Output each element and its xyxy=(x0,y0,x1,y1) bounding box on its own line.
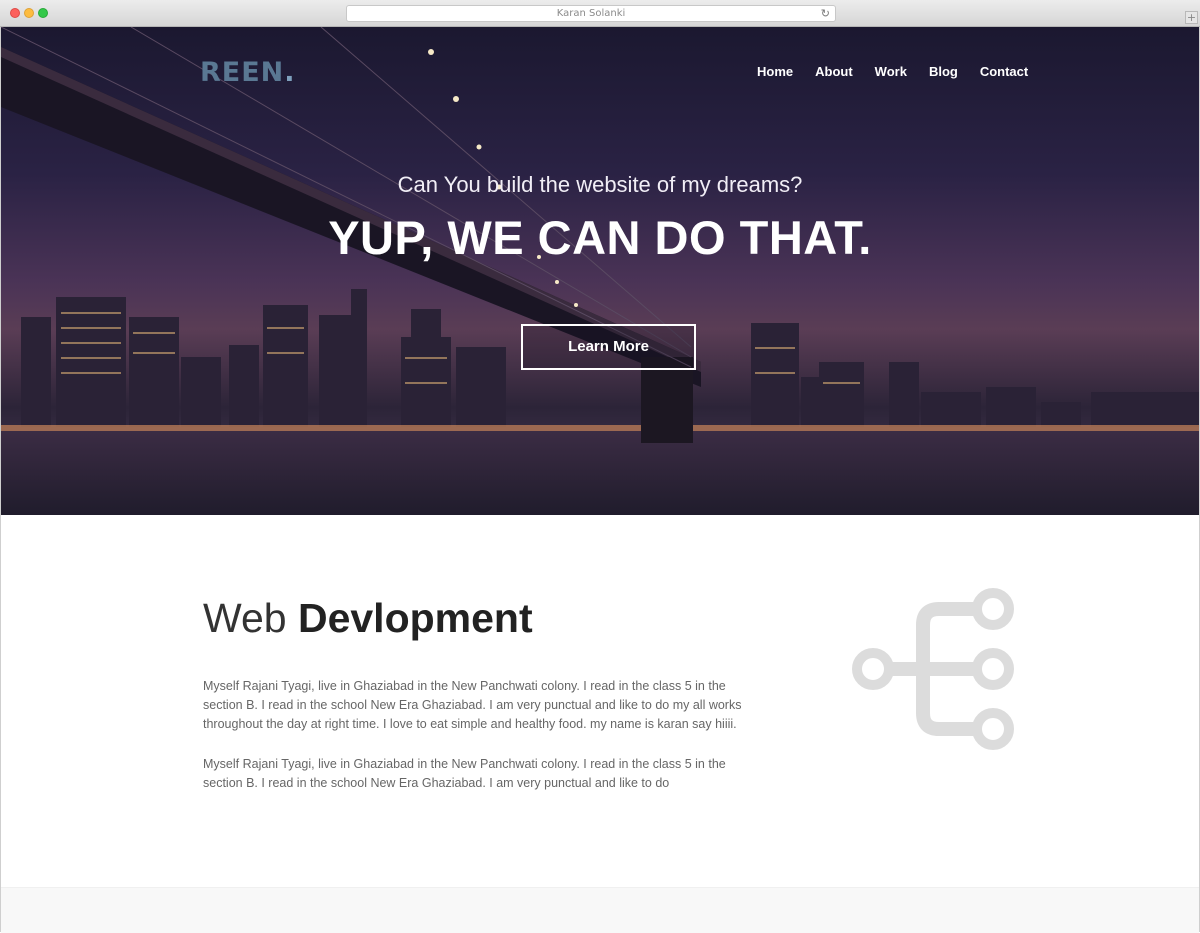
section-paragraph-1: Myself Rajani Tyagi, live in Ghaziabad i… xyxy=(203,679,742,731)
nav-blog[interactable]: Blog xyxy=(929,64,958,79)
hero-section: REEN. Home About Work Blog Contact Can Y… xyxy=(1,27,1199,515)
main-nav: Home About Work Blog Contact xyxy=(757,64,1028,79)
address-bar-title: Karan Solanki xyxy=(556,8,626,19)
hero-headline: YUP, WE CAN DO THAT. xyxy=(328,211,872,264)
window-left-border xyxy=(0,27,1,932)
learn-more-button[interactable]: Learn More xyxy=(521,324,696,370)
nav-work[interactable]: Work xyxy=(875,64,907,79)
address-bar[interactable]: Karan Solanki ↻ xyxy=(346,5,836,22)
browser-toolbar: Karan Solanki ↻ + xyxy=(0,0,1200,27)
logo-text: REEN xyxy=(200,57,285,88)
web-development-section: Web Devlopment Myself Rajani Tyagi, live… xyxy=(1,515,1199,887)
next-section-strip xyxy=(1,887,1199,933)
section-title-light: Web xyxy=(203,595,287,641)
minimize-window-button[interactable] xyxy=(24,8,34,18)
city-bridge-background xyxy=(1,27,1199,515)
zoom-window-button[interactable] xyxy=(38,8,48,18)
nav-contact[interactable]: Contact xyxy=(980,64,1028,79)
nav-about[interactable]: About xyxy=(815,64,853,79)
logo-dot: . xyxy=(284,57,296,88)
nav-home[interactable]: Home xyxy=(757,64,793,79)
close-window-button[interactable] xyxy=(10,8,20,18)
section-title: Web Devlopment xyxy=(203,595,533,642)
section-title-bold: Devlopment xyxy=(297,595,533,641)
new-tab-button[interactable]: + xyxy=(1185,11,1198,24)
sitemap-icon xyxy=(852,588,1014,750)
section-paragraph-2: Myself Rajani Tyagi, live in Ghaziabad i… xyxy=(203,757,726,790)
hero-tagline: Can You build the website of my dreams? xyxy=(397,172,803,197)
site-logo[interactable]: REEN. xyxy=(200,57,296,88)
reload-icon[interactable]: ↻ xyxy=(821,6,830,21)
